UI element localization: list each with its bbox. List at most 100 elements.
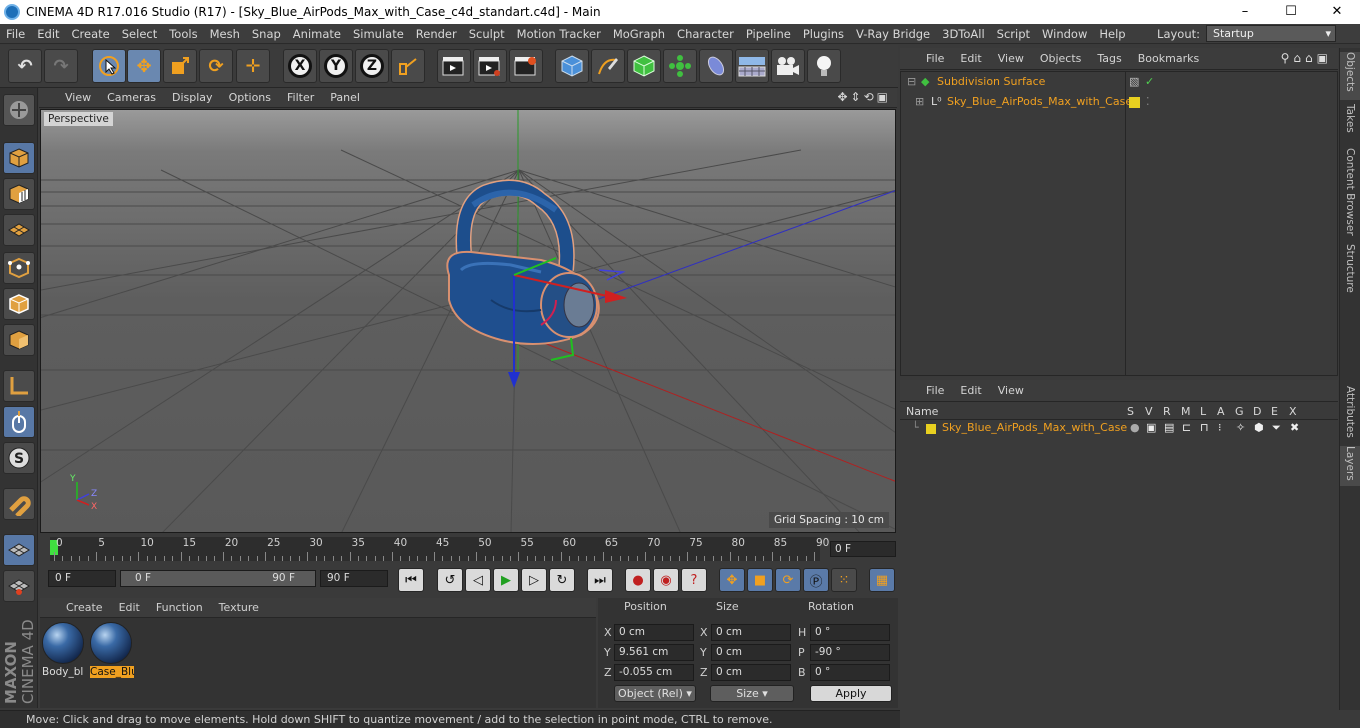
layers-menu-view[interactable]: View [990,384,1032,397]
size-mode-select[interactable]: Size ▾ [710,685,794,702]
move-tool-icon[interactable]: ✥ [127,49,161,83]
material-menu-edit[interactable]: Edit [111,601,148,614]
previous-frame-icon[interactable]: ◁ [465,568,491,592]
subdivision-surface-icon[interactable] [627,49,661,83]
material-body[interactable]: Body_bl [42,622,86,680]
position-y-field[interactable]: 9.561 cm [614,644,694,661]
layers-menu-edit[interactable]: Edit [952,384,989,397]
render-toggle-icon[interactable]: ▤ [1164,421,1174,434]
menu-simulate[interactable]: Simulate [347,24,410,44]
menu-sculpt[interactable]: Sculpt [463,24,511,44]
objects-menu-edit[interactable]: Edit [952,52,989,65]
menu-mesh[interactable]: Mesh [204,24,246,44]
scale-tool-icon[interactable] [163,49,197,83]
rotation-p-field[interactable]: -90 ° [810,644,890,661]
column-view[interactable]: V [1145,405,1153,418]
snap-icon[interactable]: S [3,442,35,474]
viewport-menu-cameras[interactable]: Cameras [99,91,164,104]
key-position-icon[interactable]: ✥ [719,568,745,592]
previous-key-icon[interactable]: ↺ [437,568,463,592]
points-mode-icon[interactable] [3,252,35,284]
menu-tools[interactable]: Tools [163,24,203,44]
autokey-icon[interactable]: ◉ [653,568,679,592]
viewport-perspective[interactable]: Y Z X Perspective Grid Spacing : 10 cm [40,109,896,533]
record-keys-icon[interactable]: ● [625,568,651,592]
viewport-menu-display[interactable]: Display [164,91,221,104]
key-scale-icon[interactable]: ■ [747,568,773,592]
rotate-tool-icon[interactable]: ⟳ [199,49,233,83]
tree-collapse-icon[interactable]: ⊟ [907,75,916,88]
texture-mode-icon[interactable] [3,178,35,210]
viewport-menu-view[interactable]: View [39,91,99,104]
size-x-field[interactable]: 0 cm [711,624,791,641]
tab-attributes[interactable]: Attributes [1340,386,1360,442]
column-xref[interactable]: X [1289,405,1297,418]
menu-motion-tracker[interactable]: Motion Tracker [511,24,607,44]
viewport-menu-panel[interactable]: Panel [322,91,368,104]
objects-menu-file[interactable]: File [900,52,952,65]
close-button[interactable]: ✕ [1314,0,1360,24]
timeline-ruler[interactable]: 0 5 10 15 20 25 30 35 40 45 50 55 60 65 70 75 80 85 90 [50,537,829,561]
layer-color-swatch[interactable] [926,424,936,434]
menu-create[interactable]: Create [66,24,116,44]
light-icon[interactable] [807,49,841,83]
live-selection-icon[interactable] [92,49,126,83]
objects-menu-bookmarks[interactable]: Bookmarks [1130,52,1207,65]
keyframe-selection-icon[interactable]: ? [681,568,707,592]
material-case[interactable]: Case_Blu [90,622,134,680]
go-to-start-icon[interactable]: ⏮ [398,568,424,592]
tree-expand-icon[interactable]: ⊞ [915,95,924,108]
pen-spline-icon[interactable] [591,49,625,83]
menu-character[interactable]: Character [671,24,740,44]
position-z-field[interactable]: -0.055 cm [614,664,694,681]
view-toggle-icon[interactable]: ▣ [1146,421,1156,434]
x-axis-lock-icon[interactable]: X [283,49,317,83]
workplane-mode-icon[interactable] [3,214,35,246]
column-solo[interactable]: S [1127,405,1134,418]
coordinate-mode-select[interactable]: Object (Rel) ▾ [614,685,696,702]
edges-mode-icon[interactable] [3,288,35,320]
size-y-field[interactable]: 0 cm [711,644,791,661]
objects-search-icon[interactable]: ⚲⌂⌂▣ [1281,51,1332,65]
material-menu-create[interactable]: Create [40,601,111,614]
render-settings-icon[interactable] [509,49,543,83]
z-axis-lock-icon[interactable]: Z [355,49,389,83]
key-pla-icon[interactable]: ⁙ [831,568,857,592]
cloner-icon[interactable] [663,49,697,83]
menu-window[interactable]: Window [1036,24,1093,44]
menu-script[interactable]: Script [991,24,1036,44]
deformer-icon[interactable] [699,49,733,83]
rotation-b-field[interactable]: 0 ° [810,664,890,681]
tab-layers[interactable]: Layers [1340,446,1360,486]
end-frame-field[interactable]: 90 F [320,570,388,587]
enabled-check-icon[interactable]: ✓ [1145,75,1154,88]
lock-toggle-icon[interactable]: ⊓ [1200,421,1209,434]
polygons-mode-icon[interactable] [3,324,35,356]
objects-menu-view[interactable]: View [990,52,1032,65]
material-menu-texture[interactable]: Texture [211,601,267,614]
material-menu-function[interactable]: Function [148,601,211,614]
viewport-navigation-icons[interactable]: ✥⇕⟲▣ [837,90,891,104]
tab-objects[interactable]: Objects [1340,52,1360,100]
generators-toggle-icon[interactable]: ✧ [1236,421,1245,434]
visibility-dots-icon[interactable]: ⁚ [1146,95,1150,108]
column-animation[interactable]: A [1217,405,1225,418]
next-key-icon[interactable]: ↻ [549,568,575,592]
menu-pipeline[interactable]: Pipeline [740,24,797,44]
objects-menu-objects[interactable]: Objects [1032,52,1090,65]
undo-icon[interactable]: ↶ [8,49,42,83]
menu-vray-bridge[interactable]: V-Ray Bridge [850,24,936,44]
position-x-field[interactable]: 0 cm [614,624,694,641]
layers-menu-file[interactable]: File [900,384,952,397]
play-icon[interactable]: ▶ [493,568,519,592]
y-axis-lock-icon[interactable]: Y [319,49,353,83]
menu-help[interactable]: Help [1093,24,1131,44]
minimize-button[interactable]: – [1222,0,1268,24]
start-frame-field[interactable]: 0 F [48,570,116,587]
layer-color-swatch[interactable] [1129,97,1140,108]
menu-render[interactable]: Render [410,24,463,44]
menu-animate[interactable]: Animate [287,24,347,44]
tab-takes[interactable]: Takes [1340,104,1360,144]
deformers-toggle-icon[interactable]: ⬢ [1254,421,1264,434]
redo-icon[interactable]: ↷ [44,49,78,83]
